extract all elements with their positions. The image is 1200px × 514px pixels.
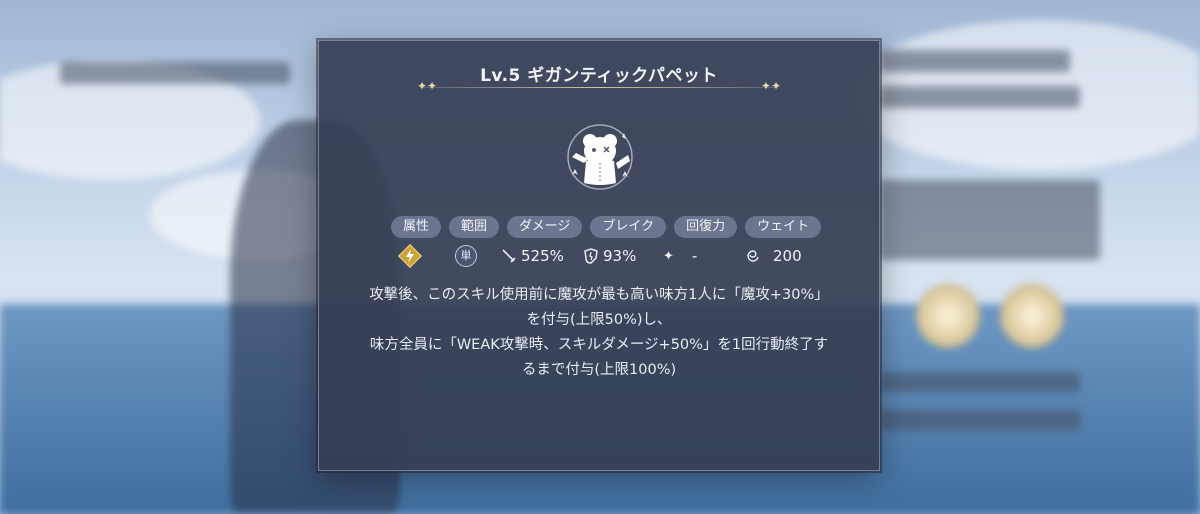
skill-detail-dialog: Lv.5 ギガンティックパペット ✦✦ ✦✦ 属性 範囲 ダメージ ブレイク 回… [318, 40, 880, 471]
description-line: 攻撃後、このスキル使用前に魔攻が最も高い味方1人に「魔攻+30%」 [369, 287, 829, 303]
description-line: を付与(上限50%)し、 [526, 312, 672, 328]
damage-text: 525% [521, 247, 564, 265]
shield-break-icon [584, 248, 598, 264]
heal-text: - [691, 247, 698, 265]
description-line: るまで付与(上限100%) [521, 362, 677, 378]
description-line: 味方全員に「WEAK攻撃時、スキルダメージ+50%」を1回行動終了す [369, 337, 829, 353]
wait-swirl-icon [747, 250, 759, 262]
header-range: 範囲 [449, 216, 500, 238]
wait-value: 200 [745, 247, 802, 265]
header-break: ブレイク [590, 216, 667, 238]
sparkle-left-icon: ✦✦ [417, 79, 438, 93]
skill-description: 攻撃後、このスキル使用前に魔攻が最も高い味方1人に「魔攻+30%」 を付与(上限… [339, 283, 859, 383]
sparkle-icon: ✦ [663, 248, 674, 264]
puppet-icon [567, 124, 633, 190]
sparkle-right-icon: ✦✦ [760, 79, 781, 93]
wait-text: 200 [773, 247, 802, 265]
element-value [397, 243, 423, 269]
title-divider [419, 87, 779, 88]
damage-value: 525% [501, 247, 564, 265]
single-target-icon: 単 [455, 245, 477, 267]
lightning-icon [397, 243, 423, 269]
header-wait: ウェイト [745, 216, 822, 238]
break-value: 93% [583, 247, 636, 265]
header-damage: ダメージ [507, 216, 583, 238]
header-heal: 回復力 [674, 216, 738, 238]
break-text: 93% [603, 247, 637, 265]
skill-title: Lv.5 ギガンティックパペット [480, 66, 718, 86]
stat-headers: 属性 範囲 ダメージ ブレイク 回復力 ウェイト [391, 216, 822, 238]
heal-value: ✦ - [663, 247, 697, 265]
sword-icon [502, 249, 516, 263]
header-element: 属性 [391, 216, 442, 238]
range-value: 単 [455, 245, 477, 267]
